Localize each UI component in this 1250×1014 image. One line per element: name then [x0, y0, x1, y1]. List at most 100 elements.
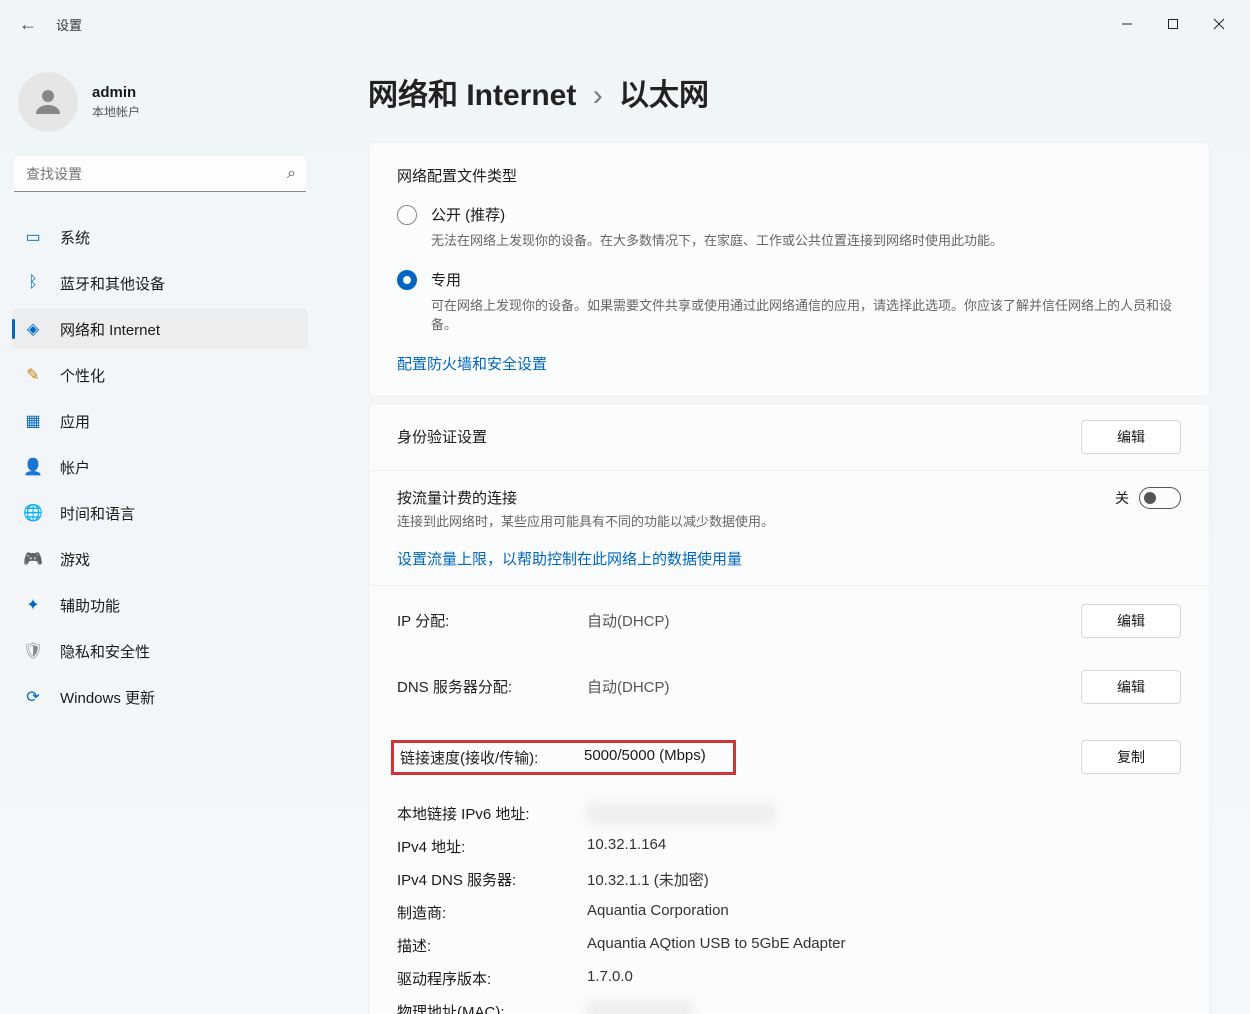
shield-icon: 🛡: [24, 642, 42, 660]
mac-value: xxxxxxxxxxxxxx: [587, 1001, 692, 1014]
info-list: 本地链接 IPv6 地址:xxxxxxxxxxxxxxxxxxxxxxxxx I…: [369, 793, 1209, 1014]
data-limit-link[interactable]: 设置流量上限，以帮助控制在此网络上的数据使用量: [397, 548, 1181, 569]
ipv6-value: xxxxxxxxxxxxxxxxxxxxxxxxx: [587, 803, 775, 824]
ipv4-label: IPv4 地址:: [397, 836, 587, 857]
ipv6-label: 本地链接 IPv6 地址:: [397, 803, 587, 824]
auth-label: 身份验证设置: [397, 426, 487, 447]
auth-row: 身份验证设置 编辑: [368, 403, 1210, 471]
firewall-link[interactable]: 配置防火墙和安全设置: [397, 353, 1181, 374]
auth-edit-button[interactable]: 编辑: [1081, 420, 1181, 454]
chevron-right-icon: ›: [593, 79, 603, 112]
speed-row: 链接速度(接收/传输): 5000/5000 (Mbps) 复制: [369, 718, 1209, 793]
dns-row: DNS 服务器分配: 自动(DHCP) 编辑: [369, 652, 1209, 718]
user-block[interactable]: admin 本地帐户: [8, 64, 312, 156]
sidebar-item-label: 应用: [60, 411, 90, 432]
sidebar-item-apps[interactable]: ▦ 应用: [12, 401, 308, 441]
sidebar-item-network[interactable]: ◈ 网络和 Internet: [12, 309, 308, 349]
desc-value: Aquantia AQtion USB to 5GbE Adapter: [587, 935, 846, 956]
sidebar-item-update[interactable]: ⟳ Windows 更新: [12, 677, 308, 717]
gamepad-icon: 🎮: [24, 550, 42, 568]
toggle-off-label: 关: [1115, 488, 1129, 508]
close-button[interactable]: [1196, 4, 1242, 44]
content: 网络和 Internet › 以太网 网络配置文件类型 公开 (推荐) 无法在网…: [320, 48, 1250, 1014]
radio-selected-icon: [397, 270, 417, 290]
maximize-button[interactable]: [1150, 4, 1196, 44]
sidebar-item-label: 游戏: [60, 549, 90, 570]
sidebar-item-time[interactable]: 🌐 时间和语言: [12, 493, 308, 533]
mfg-value: Aquantia Corporation: [587, 902, 729, 923]
mac-label: 物理地址(MAC):: [397, 1001, 587, 1014]
speed-label: 链接速度(接收/传输):: [400, 747, 584, 768]
sidebar-item-personalization[interactable]: ✎ 个性化: [12, 355, 308, 395]
mfg-label: 制造商:: [397, 902, 587, 923]
wifi-icon: ◈: [24, 320, 42, 338]
sidebar-item-accounts[interactable]: 👤 帐户: [12, 447, 308, 487]
sidebar-item-label: 辅助功能: [60, 595, 120, 616]
speed-value: 5000/5000 (Mbps): [584, 747, 706, 768]
person-icon: 👤: [24, 458, 42, 476]
sidebar-item-label: Windows 更新: [60, 687, 155, 708]
drv-label: 驱动程序版本:: [397, 968, 587, 989]
network-details: IP 分配: 自动(DHCP) 编辑 DNS 服务器分配: 自动(DHCP) 编…: [368, 586, 1210, 1014]
ipv4-value: 10.32.1.164: [587, 836, 666, 857]
sidebar-item-bluetooth[interactable]: ᛒ 蓝牙和其他设备: [12, 263, 308, 303]
window-title: 设置: [56, 15, 82, 34]
radio-public[interactable]: 公开 (推荐): [397, 204, 1181, 225]
accessibility-icon: ✦: [24, 596, 42, 614]
sidebar-item-gaming[interactable]: 🎮 游戏: [12, 539, 308, 579]
update-icon: ⟳: [24, 688, 42, 706]
dns-value: 自动(DHCP): [587, 676, 1081, 697]
network-profile-panel: 网络配置文件类型 公开 (推荐) 无法在网络上发现你的设备。在大多数情况下，在家…: [368, 142, 1210, 397]
avatar: [18, 72, 78, 132]
radio-private-desc: 可在网络上发现你的设备。如果需要文件共享或使用通过此网络通信的应用，请选择此选项…: [431, 296, 1181, 335]
sidebar-item-label: 系统: [60, 227, 90, 248]
sidebar-item-label: 隐私和安全性: [60, 641, 150, 662]
system-icon: ▭: [24, 228, 42, 246]
search-wrap: ⌕: [14, 156, 306, 192]
back-button[interactable]: ←: [8, 4, 48, 44]
radio-private[interactable]: 专用: [397, 269, 1181, 290]
sidebar-item-label: 个性化: [60, 365, 105, 386]
search-input[interactable]: [14, 156, 306, 192]
user-type: 本地帐户: [92, 103, 140, 120]
breadcrumb: 网络和 Internet › 以太网: [368, 70, 1210, 114]
apps-icon: ▦: [24, 412, 42, 430]
minimize-button[interactable]: [1104, 4, 1150, 44]
ip-row: IP 分配: 自动(DHCP) 编辑: [369, 586, 1209, 652]
sidebar-item-privacy[interactable]: 🛡 隐私和安全性: [12, 631, 308, 671]
radio-public-label: 公开 (推荐): [431, 204, 505, 225]
breadcrumb-current: 以太网: [619, 79, 709, 112]
metered-toggle[interactable]: [1139, 487, 1181, 509]
metered-desc: 连接到此网络时，某些应用可能具有不同的功能以减少数据使用。: [397, 511, 774, 530]
globe-icon: 🌐: [24, 504, 42, 522]
bluetooth-icon: ᛒ: [24, 274, 42, 292]
brush-icon: ✎: [24, 366, 42, 384]
ip-edit-button[interactable]: 编辑: [1081, 604, 1181, 638]
sidebar-item-system[interactable]: ▭ 系统: [12, 217, 308, 257]
ip-label: IP 分配:: [397, 610, 587, 631]
radio-icon: [397, 205, 417, 225]
sidebar-item-label: 蓝牙和其他设备: [60, 273, 165, 294]
dns4-label: IPv4 DNS 服务器:: [397, 869, 587, 890]
copy-button[interactable]: 复制: [1081, 740, 1181, 774]
metered-label: 按流量计费的连接: [397, 487, 774, 508]
dns-label: DNS 服务器分配:: [397, 676, 587, 697]
metered-row: 按流量计费的连接 连接到此网络时，某些应用可能具有不同的功能以减少数据使用。 关…: [368, 471, 1210, 586]
radio-public-desc: 无法在网络上发现你的设备。在大多数情况下，在家庭、工作或公共位置连接到网络时使用…: [431, 231, 1181, 251]
drv-value: 1.7.0.0: [587, 968, 633, 989]
sidebar-item-label: 时间和语言: [60, 503, 135, 524]
ip-value: 自动(DHCP): [587, 610, 1081, 631]
sidebar-item-label: 网络和 Internet: [60, 319, 160, 340]
profile-title: 网络配置文件类型: [397, 165, 1181, 186]
dns4-value: 10.32.1.1 (未加密): [587, 869, 709, 890]
sidebar-item-accessibility[interactable]: ✦ 辅助功能: [12, 585, 308, 625]
breadcrumb-parent[interactable]: 网络和 Internet: [368, 79, 576, 112]
sidebar-item-label: 帐户: [60, 457, 90, 478]
desc-label: 描述:: [397, 935, 587, 956]
nav: ▭系统 ᛒ蓝牙和其他设备 ◈网络和 Internet ✎个性化 ▦应用 👤帐户 …: [8, 214, 312, 720]
radio-private-label: 专用: [431, 269, 461, 290]
dns-edit-button[interactable]: 编辑: [1081, 670, 1181, 704]
user-name: admin: [92, 84, 140, 101]
search-icon: ⌕: [287, 165, 296, 183]
titlebar: ← 设置: [0, 0, 1250, 48]
